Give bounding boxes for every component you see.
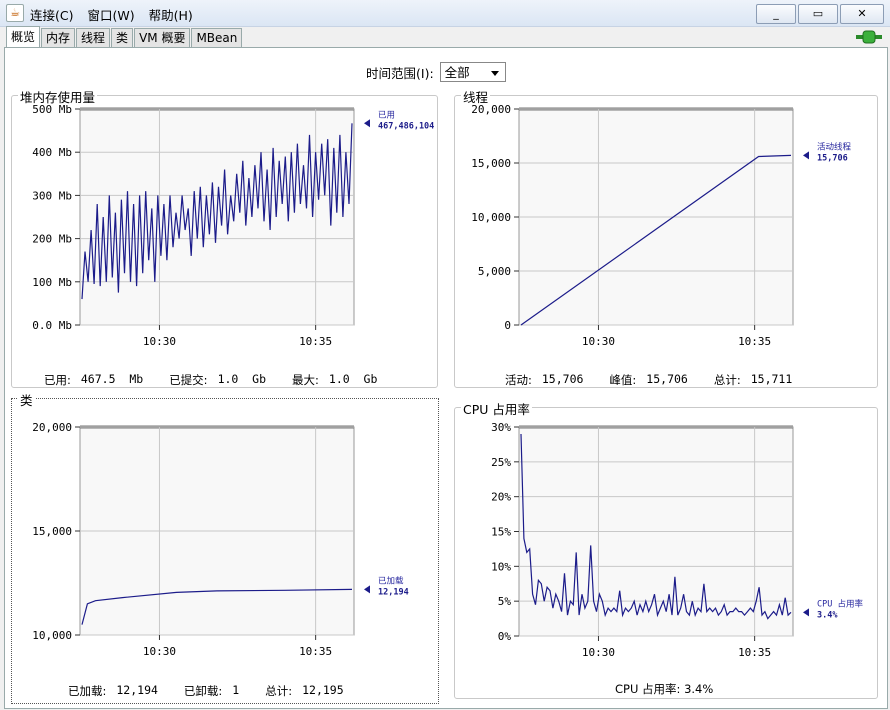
menu-help[interactable]: 帮助(H) — [149, 5, 193, 24]
threads-chart: 0 5,000 10,000 15,000 20,000 10:30 10:35 活动线程15… — [471, 103, 852, 348]
cpu-xtick-label: 10:35 — [738, 646, 771, 659]
cpu-legend-marker — [803, 608, 809, 617]
threads-peak-value: 15,706 — [646, 372, 688, 386]
threads-ytick-label: 0 — [504, 319, 511, 332]
heap-legend-marker — [364, 119, 370, 128]
classes-xtick-label: 10:30 — [143, 645, 176, 658]
threads-xtick-label: 10:30 — [582, 335, 615, 348]
classes-stats: 已加载: 12,194 已卸载: 1 总计: 12,195 — [68, 683, 370, 699]
title-bar: ☕ 连接(C) 窗口(W) 帮助(H) _ ▭ ✕ — [0, 0, 890, 27]
cpu-ytick-label: 30% — [491, 421, 511, 434]
classes-loaded-label: 已加载: — [68, 684, 107, 698]
cpu-ytick-label: 20% — [491, 491, 511, 504]
threads-total-value: 15,711 — [750, 372, 793, 386]
menu-window[interactable]: 窗口(W) — [87, 5, 134, 24]
tab-threads[interactable]: 线程 — [76, 28, 111, 47]
threads-ytick-label: 15,000 — [471, 157, 511, 170]
heap-ytick-label: 300 Mb — [32, 189, 72, 202]
cpu-chart: 0% 5% 10% 15% 20% 25% 30% 10:30 10:35 CPU 占用率3.4% — [491, 421, 863, 659]
threads-xtick-label: 10:35 — [738, 335, 771, 348]
cpu-usage-panel: CPU 占用率 0% 5% 10% 15% 20% 25% 30% 10:30 10:35 CPU… — [454, 399, 878, 699]
connection-plug-icon — [856, 30, 882, 44]
java-app-icon: ☕ — [6, 4, 24, 22]
window-controls: _ ▭ ✕ — [756, 4, 884, 24]
heap-legend-value: 467,486,104 — [378, 121, 434, 131]
heap-used-value: 467.5 Mb — [80, 372, 144, 386]
classes-chart: 10,000 15,000 20,000 10:30 10:35 已加载12,194 — [32, 421, 409, 658]
heap-ytick-label: 100 Mb — [32, 276, 72, 289]
time-range-label: 时间范围(I): — [366, 65, 434, 81]
heap-used-label: 已用: — [44, 373, 71, 387]
cpu-stats: CPU 占用率: 3.4% — [615, 681, 713, 697]
cpu-stats-text: CPU 占用率: 3.4% — [615, 682, 714, 696]
classes-legend-name: 已加载 — [378, 575, 404, 586]
cpu-xtick-label: 10:30 — [582, 646, 615, 659]
heap-ytick-label: 400 Mb — [32, 146, 72, 159]
classes-total-label: 总计: — [265, 684, 293, 698]
cpu-ytick-label: 5% — [498, 595, 512, 608]
heap-xtick-label: 10:30 — [143, 335, 176, 348]
tab-vm-summary[interactable]: VM 概要 — [134, 28, 191, 47]
time-range-control: 时间范围(I): 全部 — [366, 62, 506, 82]
heap-ytick-label: 200 Mb — [32, 233, 72, 246]
heap-memory-panel: 堆内存使用量 0.0 Mb 100 Mb 200 Mb 300 Mb 400 Mb 500… — [11, 87, 438, 388]
classes-legend-marker — [364, 585, 370, 594]
heap-xtick-label: 10:35 — [299, 335, 332, 348]
classes-total-value: 12,195 — [302, 683, 344, 697]
classes-unloaded-value: 1 — [232, 683, 240, 697]
threads-stats: 活动: 15,706 峰值: 15,706 总计: 15,711 — [505, 372, 818, 388]
classes-legend-value: 12,194 — [378, 587, 409, 597]
classes-unloaded-label: 已卸载: — [183, 684, 223, 698]
threads-ytick-label: 5,000 — [478, 265, 511, 278]
time-range-select[interactable]: 全部 — [439, 62, 506, 82]
heap-max-label: 最大: — [292, 373, 319, 387]
cpu-legend-value: 3.4% — [817, 610, 838, 620]
cpu-ytick-label: 15% — [491, 526, 511, 539]
menu-connect[interactable]: 连接(C) — [30, 5, 73, 24]
tab-overview[interactable]: 概览 — [6, 26, 41, 47]
threads-total-label: 总计: — [713, 373, 741, 387]
restore-button[interactable]: ▭ — [798, 4, 838, 24]
heap-committed-value: 1.0 Gb — [217, 372, 267, 386]
menu-bar: 连接(C) 窗口(W) 帮助(H) — [30, 5, 193, 24]
threads-legend-marker — [803, 151, 809, 160]
threads-live-label: 活动: — [505, 373, 532, 387]
heap-chart: 0.0 Mb 100 Mb 200 Mb 300 Mb 400 Mb 500 Mb 10:3… — [32, 103, 434, 348]
heap-ytick-label: 0.0 Mb — [32, 319, 72, 332]
classes-ytick-label: 20,000 — [32, 421, 72, 434]
classes-panel: 类 10,000 15,000 20,000 10:30 10:35 已加载 12,194 … — [11, 390, 439, 704]
threads-panel: 线程 0 5,000 10,000 15,000 20,000 10:30 10:35 活动线… — [454, 87, 878, 388]
cpu-ytick-label: 25% — [491, 456, 511, 469]
tab-mbean[interactable]: MBean — [191, 28, 243, 47]
heap-max-value: 1.0 Gb — [328, 372, 378, 386]
classes-ytick-label: 15,000 — [32, 525, 72, 538]
cpu-legend-name: CPU 占用率 — [817, 598, 863, 609]
close-button[interactable]: ✕ — [840, 4, 884, 24]
tab-classes[interactable]: 类 — [111, 28, 134, 47]
cpu-ytick-label: 0% — [498, 630, 512, 643]
minimize-button[interactable]: _ — [756, 4, 796, 24]
threads-ytick-label: 20,000 — [471, 103, 511, 116]
threads-peak-label: 峰值: — [609, 373, 637, 387]
cpu-ytick-label: 10% — [491, 560, 511, 573]
threads-ytick-label: 10,000 — [471, 211, 511, 224]
classes-ytick-label: 10,000 — [32, 629, 72, 642]
tab-bar: 概览 内存 线程 类 VM 概要 MBean — [6, 26, 243, 47]
heap-ytick-label: 500 Mb — [32, 103, 72, 116]
heap-committed-label: 已提交: — [169, 373, 208, 387]
classes-xtick-label: 10:35 — [299, 645, 332, 658]
heap-legend-name: 已用 — [378, 110, 395, 120]
heap-stats: 已用: 467.5 Mb 已提交: 1.0 Gb 最大: 1.0 Gb — [44, 372, 403, 388]
threads-live-value: 15,706 — [541, 372, 584, 386]
classes-loaded-value: 12,194 — [116, 683, 158, 697]
threads-legend-value: 15,706 — [817, 153, 848, 163]
tab-memory[interactable]: 内存 — [41, 28, 76, 47]
threads-legend-name: 活动线程 — [817, 141, 852, 152]
